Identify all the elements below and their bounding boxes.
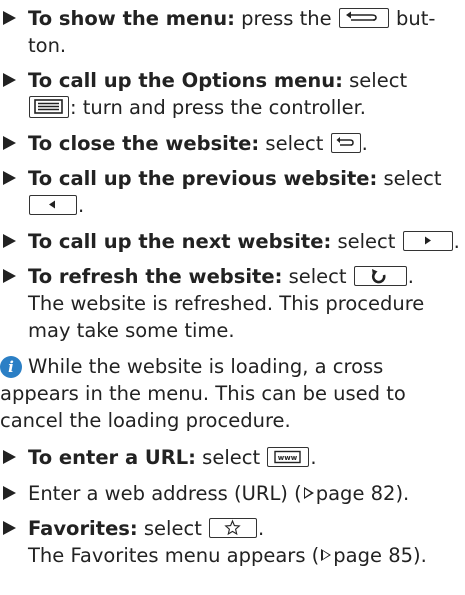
page-reference-icon <box>303 486 314 499</box>
bullet-arrow <box>3 450 16 464</box>
instruction-text: select <box>377 167 442 190</box>
instruction-text: . <box>407 265 414 288</box>
star-icon <box>209 517 258 538</box>
instruction-enter-url: To enter a URL: select www. <box>0 444 465 471</box>
instruction-text: . <box>310 446 317 469</box>
instruction-heading: Favorites: <box>28 517 138 540</box>
note-text: cancel the loading procedure. <box>0 409 291 432</box>
instruction-text: ). <box>413 544 427 567</box>
close-website-icon <box>330 132 361 153</box>
instruction-options-menu: To call up the Options menu: select : tu… <box>0 67 465 121</box>
options-menu-icon <box>29 95 69 118</box>
instruction-text: may take some time. <box>28 319 235 342</box>
back-button-icon <box>338 7 389 28</box>
instruction-heading: To call up the next website: <box>28 230 332 253</box>
instruction-favorites: Favorites: select . The Favorites menu a… <box>0 515 465 569</box>
instruction-text: The Favorites menu appears ( <box>28 544 320 567</box>
previous-arrow-icon <box>29 194 77 215</box>
instruction-text: . <box>453 230 460 253</box>
note-text: appears in the menu. This can be used to <box>0 382 406 405</box>
instruction-previous-website: To call up the previous website: select … <box>0 165 465 219</box>
instruction-refresh-website: To refresh the website: select . The web… <box>0 263 465 344</box>
www-icon: www <box>267 446 310 467</box>
manual-page: To show the menu: press the but- ton. To… <box>0 0 465 595</box>
instruction-heading: To refresh the website: <box>28 265 283 288</box>
instruction-text: select <box>342 69 408 92</box>
note-text: While the website is loading, a cross <box>28 355 384 378</box>
instruction-text: select <box>195 446 267 469</box>
instruction-enter-web-address: Enter a web address (URL) ( page 82). <box>0 480 465 507</box>
info-icon: i <box>0 356 22 378</box>
page-reference: page 82 <box>315 482 396 505</box>
instruction-text: . <box>361 132 368 155</box>
instruction-text: press the <box>234 7 338 30</box>
refresh-icon <box>353 265 407 286</box>
instruction-text: ton. <box>28 34 67 57</box>
instruction-text: select <box>282 265 353 288</box>
instruction-text: : turn and press the controller. <box>70 96 367 119</box>
page-reference-icon <box>321 548 332 561</box>
bullet-arrow <box>3 269 16 283</box>
bullet-arrow <box>3 486 16 500</box>
instruction-text: Enter a web address (URL) ( <box>28 482 302 505</box>
instruction-heading: To call up the previous website: <box>28 167 378 190</box>
bullet-arrow <box>3 171 16 185</box>
instruction-text: ). <box>395 482 410 505</box>
instruction-text: The website is refreshed. This procedure <box>28 292 425 315</box>
page-reference: page 85 <box>333 544 414 567</box>
instruction-text: select <box>331 230 402 253</box>
svg-text:www: www <box>278 454 298 462</box>
instruction-heading: To close the website: <box>28 132 260 155</box>
instruction-show-menu: To show the menu: press the but- ton. <box>0 5 465 59</box>
info-note: i While the website is loading, a cross … <box>0 353 465 434</box>
instruction-close-website: To close the website: select . <box>0 130 465 157</box>
bullet-arrow <box>3 521 16 535</box>
next-arrow-icon <box>402 230 453 251</box>
instruction-next-website: To call up the next website: select . <box>0 228 465 255</box>
instruction-text: but- <box>389 7 436 30</box>
instruction-text: . <box>78 194 85 217</box>
bullet-arrow <box>3 11 16 25</box>
bullet-arrow <box>3 136 16 150</box>
instruction-text: . <box>258 517 265 540</box>
instruction-heading: To call up the Options menu: <box>28 69 343 92</box>
bullet-arrow <box>3 73 16 87</box>
instruction-heading: To show the menu: <box>28 7 235 30</box>
bullet-arrow <box>3 234 16 248</box>
instruction-text: select <box>137 517 209 540</box>
instruction-heading: To enter a URL: <box>28 446 196 469</box>
instruction-text: select <box>259 132 330 155</box>
